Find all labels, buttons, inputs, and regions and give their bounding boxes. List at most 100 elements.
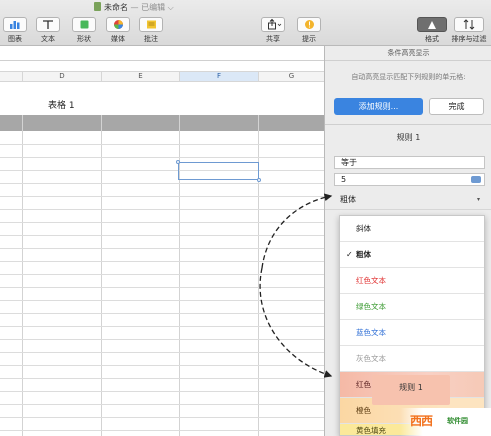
chart-button[interactable]: 图表 — [2, 17, 28, 44]
condition-field[interactable]: 等于 — [334, 156, 485, 169]
tips-icon — [297, 17, 321, 32]
sort-filter-label: 排序与过滤 — [451, 35, 487, 43]
add-rule-button[interactable]: 添加规则... — [334, 98, 423, 115]
table-row-line — [0, 157, 324, 158]
table-row-line — [0, 209, 324, 210]
menu-item-label: 斜体 — [356, 224, 371, 233]
panel-description: 自动高亮显示匹配下列规则的单元格: — [351, 73, 466, 81]
watermark-subtext: 软件园 — [447, 417, 468, 425]
share-icon — [261, 17, 285, 32]
table-row-line — [0, 430, 324, 431]
menu-item-gray-text[interactable]: 灰色文本 — [340, 346, 484, 372]
menu-item-label: 粗体 — [356, 250, 371, 259]
rule-title: 规则 1 — [396, 133, 421, 142]
chevron-down-icon: ▾ — [476, 196, 480, 203]
shape-button[interactable]: 形状 — [71, 17, 97, 44]
table-row-line — [0, 313, 324, 314]
table-row-line — [0, 248, 324, 249]
table-title[interactable]: 表格 1 — [48, 98, 75, 111]
watermark-logo: 西西 — [410, 414, 433, 428]
done-button[interactable]: 完成 — [429, 98, 484, 115]
comment-button[interactable]: 批注 — [138, 17, 164, 44]
value-text: 5 — [341, 175, 347, 184]
comment-label: 批注 — [144, 35, 158, 43]
doc-status: — 已编辑 — [130, 3, 166, 12]
divider — [325, 209, 491, 210]
doc-title-caret-icon[interactable]: ⌵ — [168, 3, 174, 12]
column-header-g[interactable]: G — [258, 72, 324, 81]
share-label: 共享 — [266, 35, 280, 43]
table-row-line — [0, 391, 324, 392]
tips-button[interactable]: 提示 — [296, 17, 322, 44]
shape-icon — [72, 17, 96, 32]
selection-handle[interactable] — [176, 160, 180, 164]
media-label: 媒体 — [111, 35, 125, 43]
grid-line — [22, 115, 23, 436]
rule-badge: 规则 1 — [372, 375, 450, 405]
menu-item-italic[interactable]: 斜体 — [340, 216, 484, 242]
text-button[interactable]: 文本 — [34, 17, 62, 44]
value-input[interactable]: 5 — [334, 173, 485, 186]
grid-line — [101, 115, 102, 436]
chart-icon — [3, 17, 27, 32]
table-row-line — [0, 287, 324, 288]
divider — [325, 60, 491, 61]
doc-name: 未命名 — [104, 3, 128, 12]
menu-item-label: 灰色文本 — [356, 354, 386, 363]
table-row-line — [0, 170, 324, 171]
table-row-line — [0, 339, 324, 340]
panel-title: 条件高亮显示 — [387, 49, 430, 57]
menu-item-bold[interactable]: ✓ 粗体 — [340, 242, 484, 268]
divider — [0, 60, 324, 61]
table-row-line — [0, 144, 324, 145]
menu-item-label: 蓝色文本 — [356, 328, 386, 337]
menu-item-label: 橙色 — [356, 406, 371, 415]
column-header-e[interactable]: E — [101, 72, 179, 81]
menu-item-label: 绿色文本 — [356, 302, 386, 311]
numbers-doc-icon — [94, 2, 101, 11]
sort-icon — [454, 17, 484, 32]
cell-reference-icon[interactable] — [471, 176, 481, 183]
style-select[interactable]: 粗体 ▾ — [334, 193, 485, 207]
media-button[interactable]: 媒体 — [105, 17, 131, 44]
chart-label: 图表 — [8, 35, 22, 43]
column-header-bar: D E F G — [0, 71, 324, 82]
table-row-line — [0, 261, 324, 262]
table-row-line — [0, 274, 324, 275]
menu-item-blue-text[interactable]: 蓝色文本 — [340, 320, 484, 346]
column-header-f[interactable]: F — [179, 72, 258, 81]
menu-item-label: 红色 — [356, 380, 371, 389]
tips-label: 提示 — [302, 35, 316, 43]
divider — [325, 124, 491, 125]
table-row-line — [0, 417, 324, 418]
menu-item-green-text[interactable]: 绿色文本 — [340, 294, 484, 320]
selection-handle[interactable] — [257, 178, 261, 182]
watermark: 西西 软件园 — [400, 408, 491, 436]
document-title[interactable]: 未命名 — 已编辑 ⌵ — [94, 2, 174, 13]
format-label: 格式 — [425, 35, 439, 43]
table-row-line — [0, 404, 324, 405]
check-icon: ✓ — [346, 250, 353, 259]
table-row-line — [0, 222, 324, 223]
table-row-line — [0, 365, 324, 366]
comment-icon — [139, 17, 163, 32]
table-row-line — [0, 378, 324, 379]
media-icon — [106, 17, 130, 32]
table-row-line — [0, 352, 324, 353]
menu-item-red-text[interactable]: 红色文本 — [340, 268, 484, 294]
style-select-value: 粗体 — [340, 195, 356, 204]
shape-label: 形状 — [77, 35, 91, 43]
column-header-d[interactable]: D — [22, 72, 101, 81]
selected-cell[interactable] — [176, 160, 261, 182]
table-row-line — [0, 326, 324, 327]
share-button[interactable]: 共享 — [260, 17, 286, 44]
table-row-line — [0, 235, 324, 236]
format-brush-icon — [417, 17, 447, 32]
table-row-line — [0, 300, 324, 301]
table-row-line — [0, 196, 324, 197]
text-label: 文本 — [41, 35, 55, 43]
spreadsheet-canvas[interactable]: D E F G 表格 1 — [0, 46, 324, 436]
sort-filter-button[interactable]: 排序与过滤 — [449, 17, 489, 44]
format-button[interactable]: 格式 — [417, 17, 447, 44]
menu-item-label: 红色文本 — [356, 276, 386, 285]
